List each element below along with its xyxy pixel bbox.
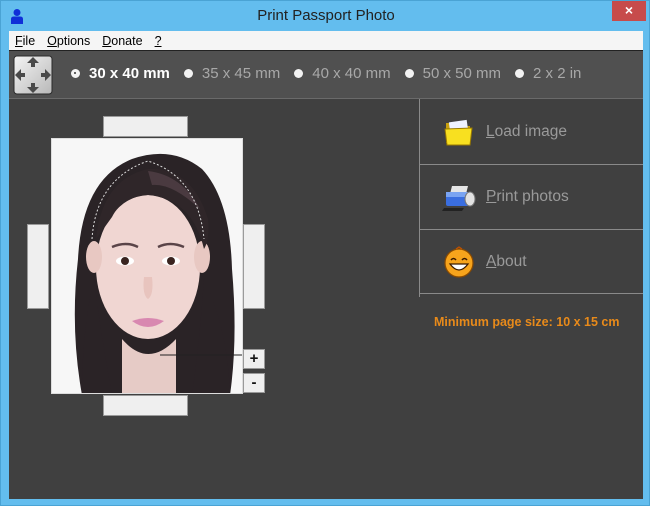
crop-handle-right[interactable]: [243, 224, 265, 309]
about-button[interactable]: About: [420, 230, 643, 294]
menu-donate[interactable]: Donate: [102, 34, 142, 48]
portrait-image: [52, 139, 242, 393]
menu-options[interactable]: Options: [47, 34, 90, 48]
zoom-in-button[interactable]: +: [243, 349, 265, 369]
menu-help[interactable]: ?: [155, 34, 162, 48]
client-area: 30 x 40 mm 35 x 45 mm 40 x 40 mm 50 x 50…: [9, 50, 643, 499]
size-option-35x45[interactable]: 35 x 45 mm: [183, 65, 280, 82]
folder-icon: [444, 119, 473, 145]
size-option-2x2in[interactable]: 2 x 2 in: [515, 65, 581, 82]
radio-icon: [294, 69, 304, 78]
close-button[interactable]: ×: [612, 1, 646, 21]
size-toolbar: 30 x 40 mm 35 x 45 mm 40 x 40 mm 50 x 50…: [9, 51, 643, 99]
action-panel: Load image Print photos About: [419, 99, 643, 297]
title-bar: Print Passport Photo ×: [1, 1, 650, 31]
size-option-40x40[interactable]: 40 x 40 mm: [294, 65, 391, 82]
print-photos-button[interactable]: Print photos: [420, 165, 643, 230]
crop-handle-top[interactable]: [103, 116, 188, 137]
crop-handle-bottom[interactable]: [103, 395, 188, 416]
radio-icon: [183, 69, 193, 78]
size-option-30x40[interactable]: 30 x 40 mm: [71, 65, 170, 82]
menu-bar: File Options Donate ?: [9, 31, 643, 50]
menu-file[interactable]: File: [15, 34, 35, 48]
printer-icon: [442, 186, 476, 211]
photo-preview[interactable]: [51, 138, 243, 394]
radio-icon: [71, 69, 80, 78]
size-options: 30 x 40 mm 35 x 45 mm 40 x 40 mm 50 x 50…: [71, 65, 595, 82]
arrows-expand-icon[interactable]: [13, 55, 53, 95]
radio-icon: [515, 69, 525, 78]
min-page-size-note: Minimum page size: 10 x 15 cm: [434, 315, 620, 329]
size-option-50x50[interactable]: 50 x 50 mm: [404, 65, 501, 82]
app-window: Print Passport Photo × File Options Dona…: [0, 0, 650, 506]
load-image-button[interactable]: Load image: [420, 99, 643, 165]
window-title: Print Passport Photo: [257, 7, 395, 24]
zoom-out-button[interactable]: -: [243, 373, 265, 393]
radio-icon: [404, 69, 414, 78]
smiley-icon: [444, 245, 474, 278]
crop-handle-left[interactable]: [27, 224, 49, 309]
